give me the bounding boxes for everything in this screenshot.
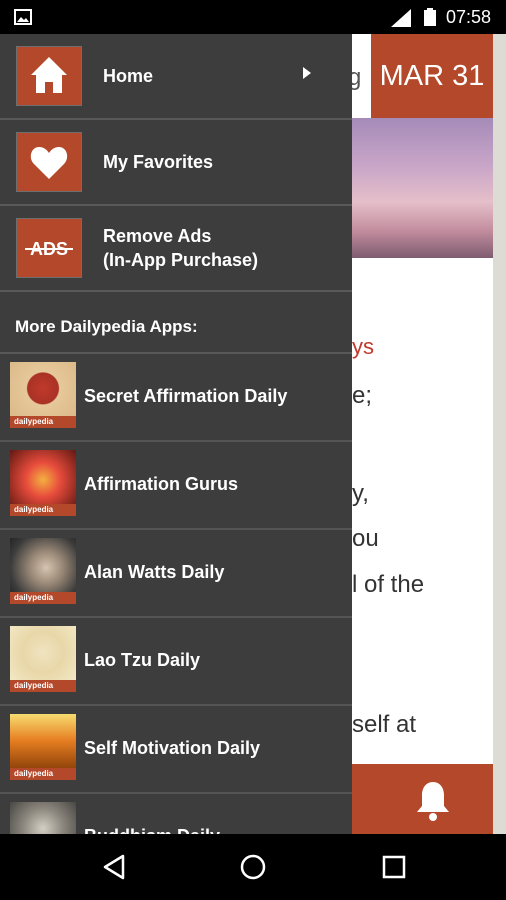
battery-icon <box>424 8 436 26</box>
no-ads-icon-box: ADS <box>16 218 82 278</box>
dailypedia-brand: dailypedia <box>10 680 76 692</box>
app-item-secret-affirmation[interactable]: dailypedia Secret Affirmation Daily <box>0 354 352 442</box>
app-name: Buddhism Daily <box>84 826 220 834</box>
back-icon[interactable] <box>102 854 126 880</box>
dailypedia-brand: dailypedia <box>10 768 76 780</box>
recents-icon[interactable] <box>382 855 406 879</box>
app-thumbnail: dailypedia <box>10 362 76 428</box>
signal-icon <box>391 9 411 27</box>
hero-image <box>352 118 493 258</box>
dailypedia-brand: dailypedia <box>10 504 76 516</box>
app-thumbnail: dailypedia <box>10 450 76 516</box>
app-thumbnail: dailypedia <box>10 714 76 780</box>
menu-item-home[interactable]: Home <box>0 34 352 120</box>
system-navigation-bar <box>0 834 506 900</box>
menu-label-remove-ads: Remove Ads <box>103 226 212 246</box>
menu-item-remove-ads[interactable]: ADS Remove Ads (In-App Purchase) <box>0 206 352 292</box>
app-thumbnail <box>10 802 76 834</box>
quote-text-line: ys <box>352 334 374 359</box>
app-name: Self Motivation Daily <box>84 738 261 758</box>
more-apps-heading: More Dailypedia Apps: <box>15 317 198 336</box>
home-icon-box <box>16 46 82 106</box>
quote-text-line: ou <box>352 525 379 552</box>
app-item-affirmation-gurus[interactable]: dailypedia Affirmation Gurus <box>0 442 352 530</box>
app-name: Alan Watts Daily <box>84 562 225 582</box>
app-thumbnail: dailypedia <box>10 626 76 692</box>
app-item-buddhism[interactable]: Buddhism Daily <box>0 794 352 834</box>
chevron-right-icon <box>303 67 311 79</box>
dailypedia-brand: dailypedia <box>10 592 76 604</box>
no-ads-icon: ADS <box>25 239 73 259</box>
heart-icon <box>30 147 68 179</box>
bell-icon[interactable] <box>414 780 452 822</box>
heart-icon-box <box>16 132 82 192</box>
navigation-drawer: Home My Favorites ADS Remove Ads (In-App… <box>0 34 352 834</box>
menu-label-home: Home <box>103 66 154 86</box>
menu-label-favorites: My Favorites <box>103 152 214 172</box>
app-item-lao-tzu[interactable]: dailypedia Lao Tzu Daily <box>0 618 352 706</box>
dailypedia-brand: dailypedia <box>10 416 76 428</box>
app-name: Lao Tzu Daily <box>84 650 201 670</box>
quote-text-line: l of the <box>352 571 425 598</box>
home-circle-icon[interactable] <box>240 854 266 880</box>
quote-text-line: self at <box>352 711 417 738</box>
status-bar: 07:58 <box>0 0 506 34</box>
clock: 07:58 <box>446 7 492 27</box>
menu-item-favorites[interactable]: My Favorites <box>0 120 352 206</box>
app-thumbnail: dailypedia <box>10 538 76 604</box>
date-badge[interactable]: MAR 31 <box>371 34 493 118</box>
quote-text-line: y, <box>352 480 369 507</box>
app-item-self-motivation[interactable]: dailypedia Self Motivation Daily <box>0 706 352 794</box>
home-icon <box>31 57 67 93</box>
app-item-alan-watts[interactable]: dailypedia Alan Watts Daily <box>0 530 352 618</box>
app-name: Affirmation Gurus <box>84 474 239 494</box>
quote-text-line: e; <box>352 382 373 409</box>
menu-label-in-app-purchase: (In-App Purchase) <box>103 250 259 270</box>
app-name: Secret Affirmation Daily <box>84 386 288 406</box>
image-notification-icon <box>14 9 32 25</box>
